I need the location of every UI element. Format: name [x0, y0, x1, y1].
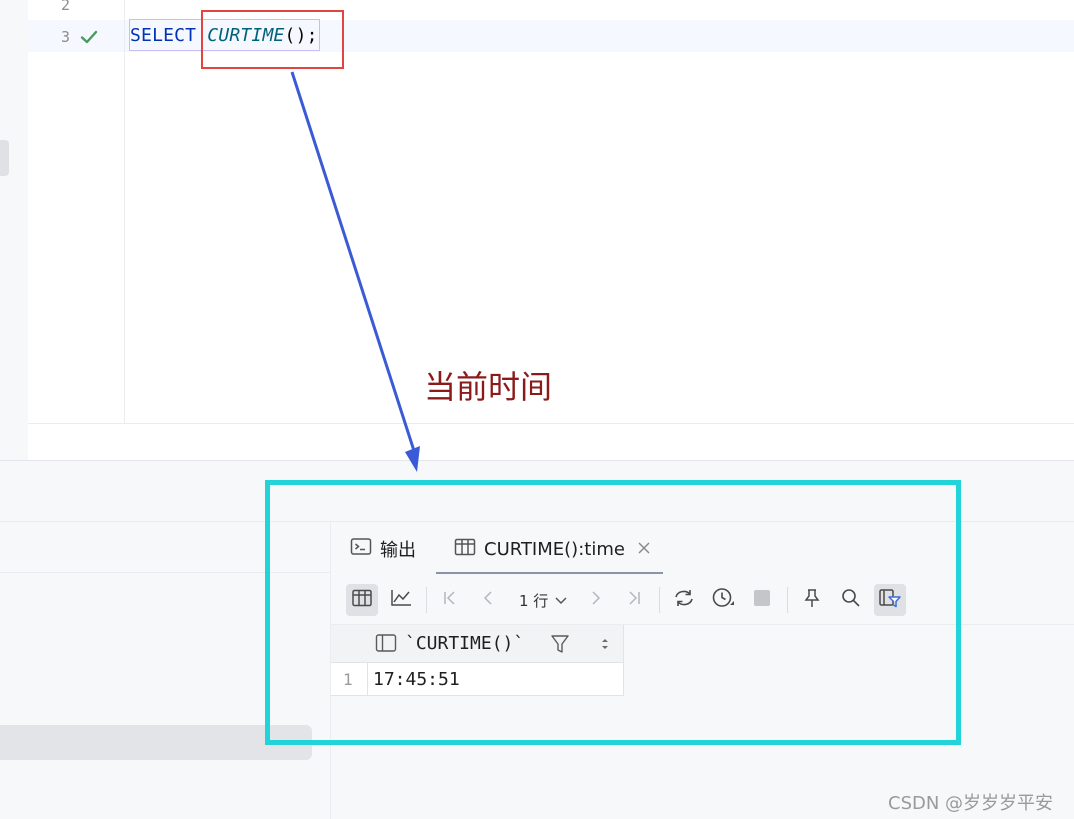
watermark: CSDN @岁岁岁平安: [888, 793, 1054, 814]
annotation-label: 当前时间: [424, 368, 553, 406]
result-callout-box: [265, 480, 961, 745]
